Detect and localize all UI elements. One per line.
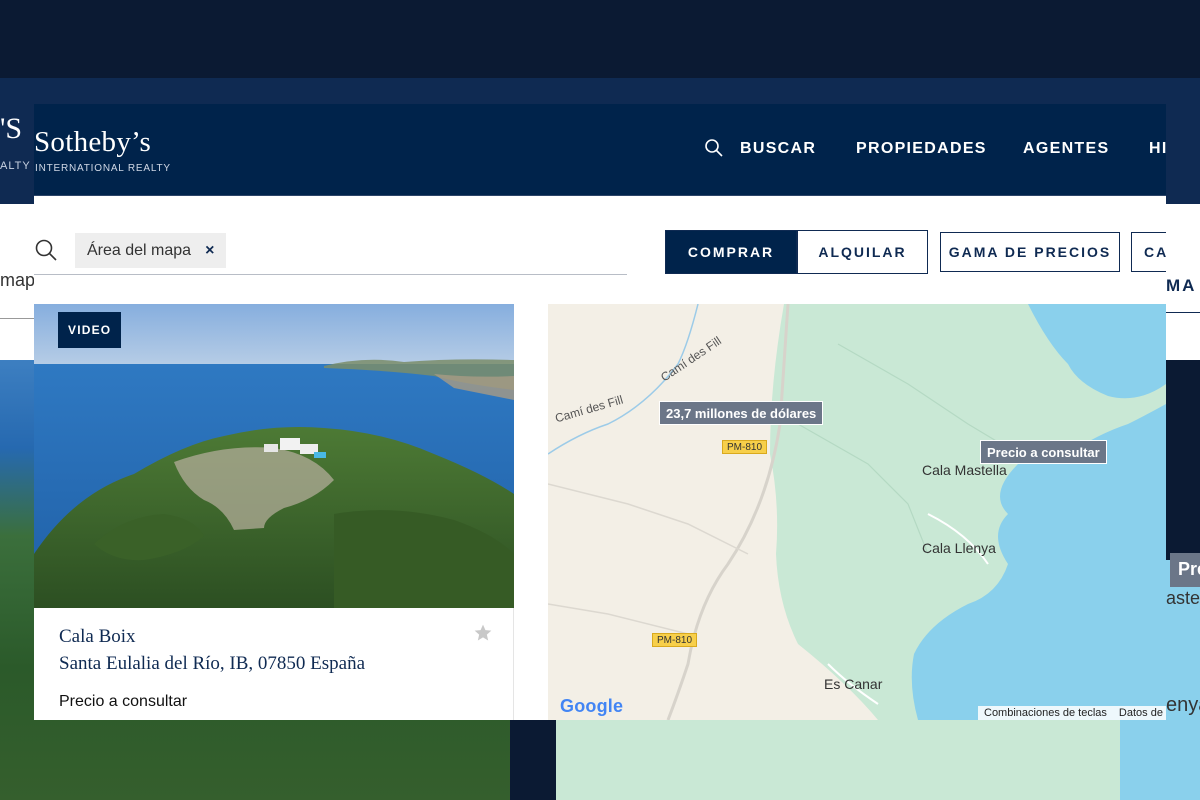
ghost-underline bbox=[0, 318, 36, 319]
screenshot-stage: 'S ALTY map MA Pre aste enya Sotheby’s I… bbox=[0, 0, 1200, 800]
chip-label: Área del mapa bbox=[87, 241, 192, 259]
ghost-map bbox=[556, 720, 1200, 800]
ghost-filter-line bbox=[1166, 312, 1200, 313]
map-attribution: Combinaciones de teclas Datos de bbox=[978, 706, 1166, 720]
ghost-map-price-tag: Pre bbox=[1170, 553, 1200, 587]
listing-title[interactable]: Cala Boix bbox=[59, 626, 136, 648]
listing-photo[interactable]: VIDEO bbox=[34, 304, 514, 608]
nav-search[interactable]: BUSCAR bbox=[740, 140, 816, 158]
price-range-button[interactable]: GAMA DE PRECIOS bbox=[940, 232, 1120, 272]
map-canvas bbox=[548, 304, 1166, 720]
listing-price: Precio a consultar bbox=[59, 693, 188, 710]
main-window: Sotheby’s INTERNATIONAL REALTY BUSCAR PR… bbox=[34, 104, 1166, 720]
buy-toggle-button[interactable]: COMPRAR bbox=[665, 230, 797, 274]
map-price-tag[interactable]: Precio a consultar bbox=[980, 440, 1107, 464]
road-shield: PM-810 bbox=[722, 440, 768, 454]
nav-properties[interactable]: PROPIEDADES bbox=[856, 140, 987, 158]
road-shield: PM-810 bbox=[652, 633, 698, 647]
brand-logo[interactable]: Sotheby’s bbox=[34, 126, 151, 159]
ghost-filter-text: MA bbox=[1166, 276, 1197, 295]
filter-chip-map-area: Área del mapa × bbox=[75, 233, 227, 268]
map-panel[interactable]: Camí des Fill Camí des Fill PM-810 PM-81… bbox=[548, 304, 1166, 720]
ghost-map-place: aste bbox=[1166, 588, 1200, 608]
ghost-map-place: enya bbox=[1166, 694, 1200, 716]
search-icon[interactable] bbox=[704, 138, 724, 158]
video-badge: VIDEO bbox=[58, 312, 122, 348]
listing-address: Santa Eulalia del Río, IB, 07850 España bbox=[59, 653, 366, 674]
google-wordmark: Google bbox=[560, 696, 624, 716]
close-icon[interactable]: × bbox=[205, 242, 214, 260]
nav-agents[interactable]: AGENTES bbox=[1023, 140, 1109, 158]
more-filter-button[interactable]: CA bbox=[1131, 232, 1166, 272]
map-price-tag[interactable]: 23,7 millones de dólares bbox=[659, 401, 824, 425]
map-place-label: Cala Mastella bbox=[922, 462, 1007, 478]
ghost-logo: 'S bbox=[0, 112, 23, 145]
google-logo: Google bbox=[560, 696, 623, 717]
listing-photo-image bbox=[34, 304, 514, 608]
brand-subtitle: INTERNATIONAL REALTY bbox=[35, 163, 171, 174]
search-input-underline bbox=[34, 274, 627, 275]
site-header: Sotheby’s INTERNATIONAL REALTY BUSCAR PR… bbox=[34, 104, 1166, 196]
rent-toggle-button[interactable]: ALQUILAR bbox=[797, 230, 928, 274]
star-icon[interactable] bbox=[473, 623, 493, 643]
search-icon[interactable] bbox=[34, 238, 58, 262]
map-data-link[interactable]: Datos de bbox=[1119, 707, 1163, 719]
keyboard-shortcuts-link[interactable]: Combinaciones de teclas bbox=[984, 707, 1107, 719]
ghost-logo-subtitle: ALTY bbox=[0, 160, 31, 172]
map-place-label: Cala Llenya bbox=[922, 540, 996, 556]
ghost-chip-text: map bbox=[0, 270, 36, 290]
nav-more[interactable]: HI bbox=[1149, 140, 1166, 158]
map-place-label: Es Canar bbox=[824, 676, 883, 692]
